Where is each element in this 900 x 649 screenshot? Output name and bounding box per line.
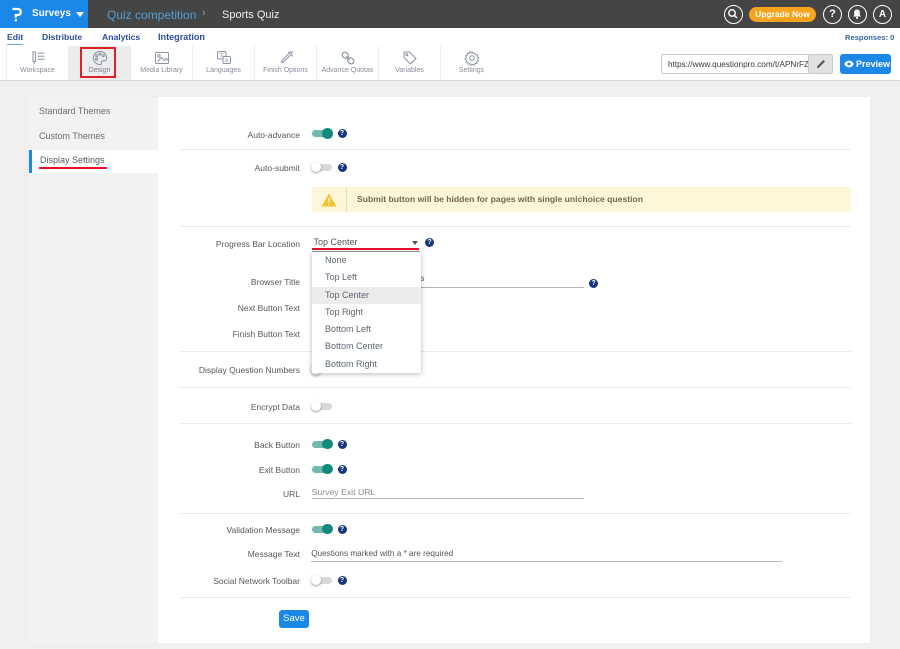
svg-text:A: A xyxy=(224,59,228,65)
